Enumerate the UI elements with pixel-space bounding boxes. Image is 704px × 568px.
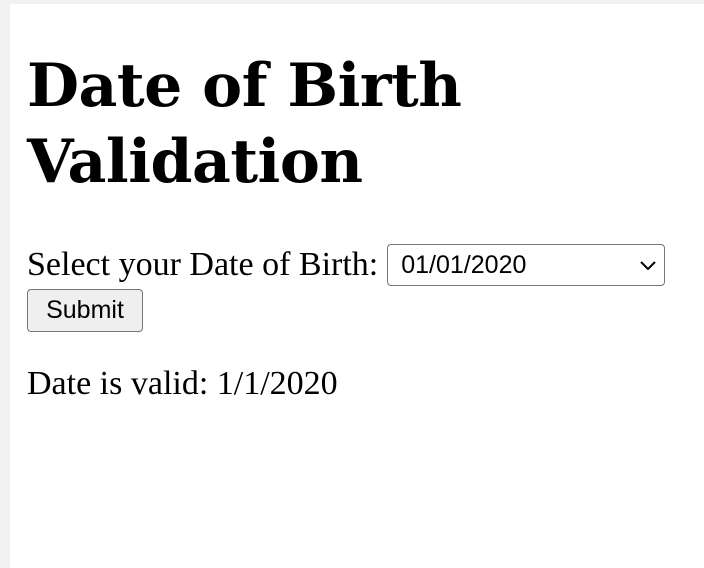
dob-label: Select your Date of Birth: xyxy=(27,246,379,283)
page-title: Date of Birth Validation xyxy=(27,51,462,197)
dob-row: Select your Date of Birth: 01/01/2020 xyxy=(27,243,666,287)
submit-button[interactable]: Submit xyxy=(27,289,143,332)
chevron-down-icon xyxy=(640,261,656,271)
dob-select-value: 01/01/2020 xyxy=(401,250,527,279)
validation-result: Date is valid: 1/1/2020 xyxy=(27,365,338,402)
dob-select[interactable]: 01/01/2020 xyxy=(387,244,666,286)
page-content: Date of Birth Validation Select your Dat… xyxy=(10,4,704,568)
